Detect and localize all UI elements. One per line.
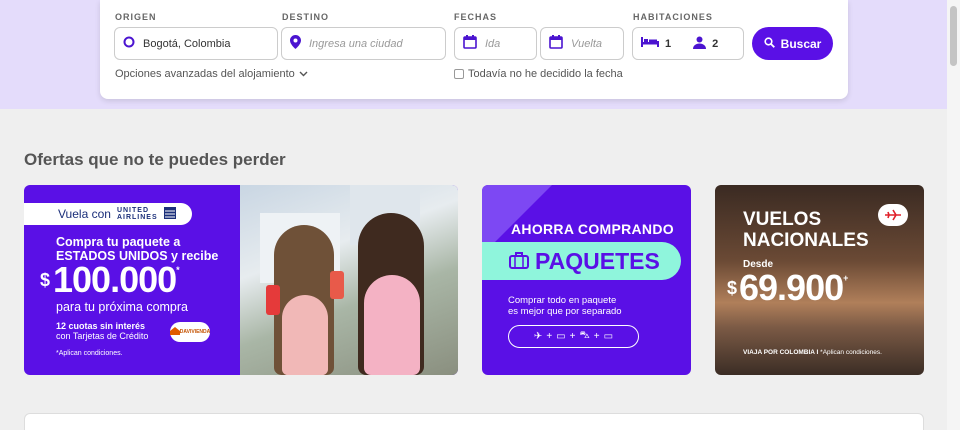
person-shape <box>364 275 420 375</box>
national-price-value: 69.900 <box>739 267 844 308</box>
united-logo-line2: AIRLINES <box>116 214 158 221</box>
search-card: ORIGEN Bogotá, Colombia DESTINO Ingresa … <box>100 0 848 99</box>
search-button[interactable]: Buscar <box>752 27 833 60</box>
destination-label: DESTINO <box>282 12 330 22</box>
person-shape <box>282 295 328 375</box>
united-currency: $ <box>40 269 51 290</box>
national-footer: VIAJA POR COLOMBIA I *Aplican condicione… <box>743 349 882 356</box>
united-next-purchase: para tu próxima compra <box>56 300 189 314</box>
installments-rest: con Tarjetas de Crédito <box>56 331 149 341</box>
origin-field[interactable]: Bogotá, Colombia <box>114 27 278 60</box>
united-conditions: *Aplican condiciones. <box>56 350 123 357</box>
bank-logo-badge: DAVIVIENDA <box>169 322 211 342</box>
dates-label: FECHAS <box>454 12 498 22</box>
house-icon <box>169 327 180 337</box>
departure-placeholder: Ida <box>485 37 501 50</box>
united-badge: Vuela con UNITED AIRLINES <box>24 203 192 225</box>
hotel-icon: ▭ <box>556 331 566 342</box>
return-placeholder: Vuelta <box>571 37 602 50</box>
calendar-icon <box>549 35 563 52</box>
national-title: VUELOS NACIONALES <box>743 209 869 251</box>
undecided-dates-label: Todavía no he decidido la fecha <box>468 68 623 80</box>
page-scrollbar[interactable] <box>947 0 960 430</box>
packages-text: PAQUETES <box>535 247 660 274</box>
scrollbar-thumb[interactable] <box>950 6 957 66</box>
chevron-down-icon <box>299 68 308 80</box>
drink-cup-shape <box>266 285 280 315</box>
guests-count: 2 <box>712 37 719 50</box>
friends-photo <box>240 185 458 375</box>
offers-title: Ofertas que no te puedes perder <box>24 150 286 169</box>
ticket-icon: ▭ <box>603 331 614 342</box>
united-amount: $ 100.000 * <box>40 259 180 301</box>
united-asterisk: * <box>176 265 180 275</box>
departure-date-field[interactable]: Ida <box>454 27 537 60</box>
checkbox-box[interactable] <box>454 69 464 79</box>
person-icon <box>693 36 707 52</box>
destination-input[interactable]: Ingresa una ciudad <box>281 27 446 60</box>
bed-icon <box>641 36 659 51</box>
packages-offer-card[interactable]: AHORRA COMPRANDO PAQUETES Comprar todo e… <box>482 185 691 375</box>
national-title-line1: VUELOS <box>743 209 822 230</box>
bank-logo-text: DAVIVIENDA <box>179 329 211 335</box>
plus-sign: + <box>593 331 600 342</box>
national-title-line2: NACIONALES <box>743 230 869 251</box>
united-installments: 12 cuotas sin interés con Tarjetas de Cr… <box>56 321 148 341</box>
installments-bold: 12 cuotas sin interés <box>56 321 146 331</box>
globe-icon <box>163 206 176 222</box>
national-flights-card[interactable]: VUELOS NACIONALES Desde $ 69.900 + VIAJA… <box>715 185 924 375</box>
packages-sub-line2: es mejor que por separado <box>508 306 622 317</box>
car-icon: ⛍ <box>579 330 590 341</box>
plus-sign: + <box>569 331 576 342</box>
advanced-options-link[interactable]: Opciones avanzadas del alojamiento <box>115 68 308 80</box>
location-pin-icon <box>290 35 301 52</box>
advanced-options-label: Opciones avanzadas del alojamiento <box>115 68 295 80</box>
united-amount-value: 100.000 <box>53 259 177 300</box>
packages-pill: PAQUETES <box>482 242 681 280</box>
return-date-field[interactable]: Vuelta <box>540 27 624 60</box>
rooms-count: 1 <box>665 37 672 50</box>
undecided-dates-checkbox[interactable]: Todavía no he decidido la fecha <box>454 68 623 80</box>
packages-subtitle: Comprar todo en paquete es mejor que por… <box>508 295 622 317</box>
united-headline-line1: Compra tu paquete a <box>56 235 181 249</box>
rooms-label: HABITACIONES <box>633 12 713 22</box>
packages-icons-pill: ✈ + ▭ + ⛍ + ▭ <box>508 325 639 348</box>
suitcase-icon <box>509 248 529 275</box>
national-footer-rest: *Aplican condiciones. <box>820 349 882 356</box>
calendar-icon <box>463 35 477 52</box>
airplane-badge-icon <box>878 204 908 226</box>
plane-icon: ✈ <box>533 331 543 342</box>
origin-circle-icon <box>123 36 135 51</box>
search-icon <box>764 36 775 51</box>
national-price: $ 69.900 + <box>727 267 848 309</box>
bottom-content-card <box>24 413 924 430</box>
drink-cup-shape <box>330 271 344 299</box>
packages-save-text: AHORRA COMPRANDO <box>511 221 674 237</box>
origin-value: Bogotá, Colombia <box>143 37 231 50</box>
destination-placeholder: Ingresa una ciudad <box>309 37 403 50</box>
plus-sign: + <box>546 331 553 342</box>
national-asterisk: + <box>843 273 849 283</box>
packages-sub-line1: Comprar todo en paquete <box>508 295 617 306</box>
origin-label: ORIGEN <box>115 12 157 22</box>
united-logo-line1: UNITED <box>116 207 149 214</box>
united-logo: UNITED AIRLINES <box>117 207 158 221</box>
national-currency: $ <box>727 277 738 298</box>
united-offer-card[interactable]: Vuela con UNITED AIRLINES Compra tu paqu… <box>24 185 458 375</box>
national-footer-bold: VIAJA POR COLOMBIA I <box>743 349 819 356</box>
united-badge-text: Vuela con <box>58 207 111 221</box>
search-button-label: Buscar <box>780 36 822 51</box>
rooms-guests-field[interactable]: 1 2 <box>632 27 744 60</box>
